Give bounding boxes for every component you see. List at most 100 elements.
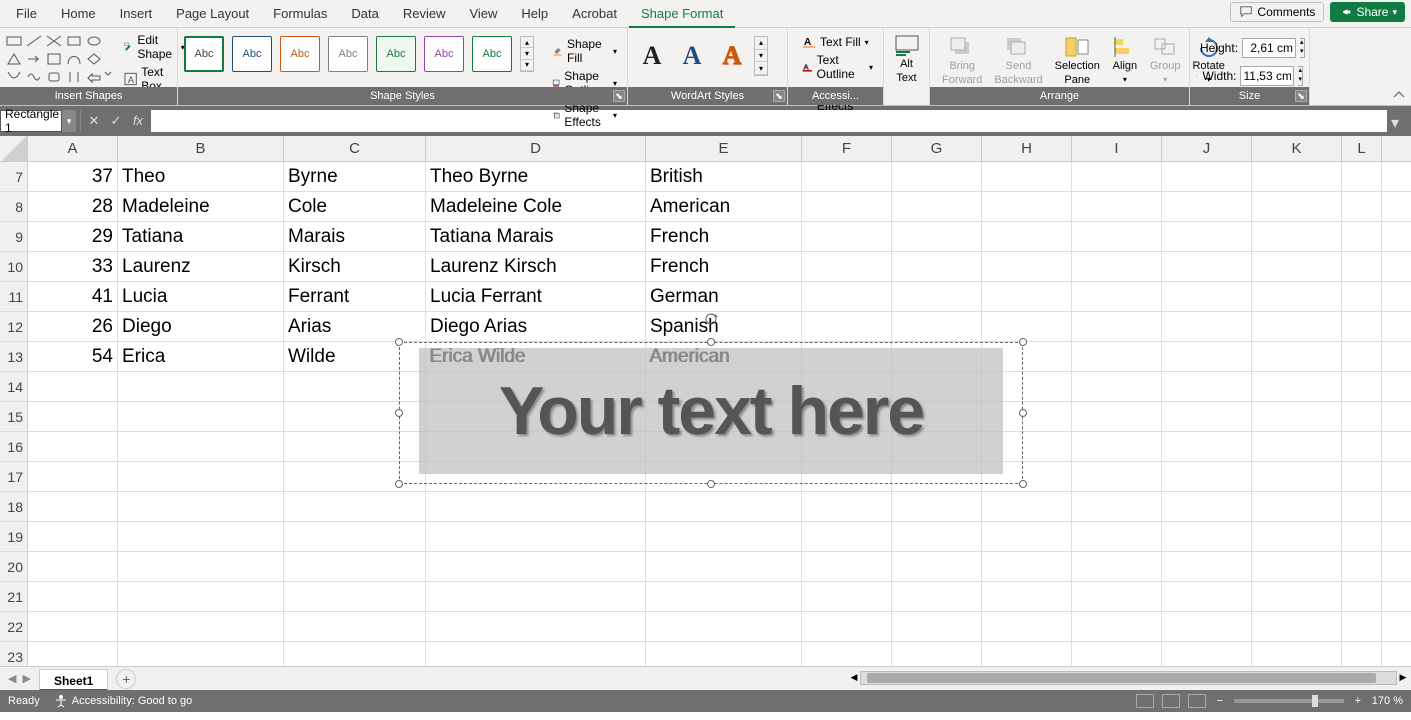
row-header-11[interactable]: 11 — [0, 282, 28, 311]
cell-H19[interactable] — [982, 522, 1072, 551]
cell-E11[interactable]: German — [646, 282, 802, 311]
cell-A9[interactable]: 29 — [28, 222, 118, 251]
cell-J17[interactable] — [1162, 462, 1252, 491]
cell-K8[interactable] — [1252, 192, 1342, 221]
wordart-shape[interactable]: Erica Wilde American Your text here — [399, 342, 1023, 484]
row-header-23[interactable]: 23 — [0, 642, 28, 666]
cell-F21[interactable] — [802, 582, 892, 611]
cell-B14[interactable] — [118, 372, 284, 401]
view-normal-button[interactable] — [1136, 694, 1154, 708]
cell-E23[interactable] — [646, 642, 802, 666]
cell-A18[interactable] — [28, 492, 118, 521]
cell-G8[interactable] — [892, 192, 982, 221]
cell-J20[interactable] — [1162, 552, 1252, 581]
handle-sw[interactable] — [395, 480, 403, 488]
cell-C18[interactable] — [284, 492, 426, 521]
col-header-G[interactable]: G — [892, 136, 982, 161]
zoom-out-button[interactable]: − — [1214, 695, 1226, 707]
cell-C12[interactable]: Arias — [284, 312, 426, 341]
row-header-7[interactable]: 7 — [0, 162, 28, 191]
cell-A14[interactable] — [28, 372, 118, 401]
cell-J23[interactable] — [1162, 642, 1252, 666]
height-input[interactable] — [1242, 38, 1296, 58]
hscroll-left[interactable]: ◀ — [847, 672, 861, 684]
text-outline-button[interactable]: A Text Outline▾ — [798, 52, 877, 82]
cell-H9[interactable] — [982, 222, 1072, 251]
cell-L15[interactable] — [1342, 402, 1382, 431]
col-header-I[interactable]: I — [1072, 136, 1162, 161]
cell-I12[interactable] — [1072, 312, 1162, 341]
cell-I11[interactable] — [1072, 282, 1162, 311]
cell-E8[interactable]: American — [646, 192, 802, 221]
cell-L21[interactable] — [1342, 582, 1382, 611]
cell-K21[interactable] — [1252, 582, 1342, 611]
cell-F23[interactable] — [802, 642, 892, 666]
cell-I17[interactable] — [1072, 462, 1162, 491]
cell-E20[interactable] — [646, 552, 802, 581]
shape-style-4[interactable]: Abc — [328, 36, 368, 72]
cell-C21[interactable] — [284, 582, 426, 611]
cell-A12[interactable]: 26 — [28, 312, 118, 341]
cell-I20[interactable] — [1072, 552, 1162, 581]
cell-B20[interactable] — [118, 552, 284, 581]
column-headers[interactable]: A B C D E F G H I J K L — [0, 136, 1411, 162]
cell-G23[interactable] — [892, 642, 982, 666]
tab-insert[interactable]: Insert — [108, 0, 165, 28]
cell-A15[interactable] — [28, 402, 118, 431]
cell-F11[interactable] — [802, 282, 892, 311]
cell-B8[interactable]: Madeleine — [118, 192, 284, 221]
rotate-handle[interactable] — [704, 312, 718, 326]
cell-K23[interactable] — [1252, 642, 1342, 666]
height-spinner[interactable]: ▴▾ — [1300, 38, 1305, 58]
cell-L16[interactable] — [1342, 432, 1382, 461]
add-sheet-button[interactable]: + — [116, 669, 136, 689]
col-header-F[interactable]: F — [802, 136, 892, 161]
cell-L19[interactable] — [1342, 522, 1382, 551]
row-header-9[interactable]: 9 — [0, 222, 28, 251]
cell-L14[interactable] — [1342, 372, 1382, 401]
cell-H20[interactable] — [982, 552, 1072, 581]
row-header-20[interactable]: 20 — [0, 552, 28, 581]
cell-B11[interactable]: Lucia — [118, 282, 284, 311]
cell-L7[interactable] — [1342, 162, 1382, 191]
cell-A11[interactable]: 41 — [28, 282, 118, 311]
wordart-gallery[interactable]: A A A ▴▾▾ — [634, 36, 768, 76]
cell-K16[interactable] — [1252, 432, 1342, 461]
cell-A17[interactable] — [28, 462, 118, 491]
col-header-D[interactable]: D — [426, 136, 646, 161]
cell-B10[interactable]: Laurenz — [118, 252, 284, 281]
cell-A20[interactable] — [28, 552, 118, 581]
cell-L13[interactable] — [1342, 342, 1382, 371]
hscroll-thumb[interactable] — [867, 673, 1376, 683]
cell-F12[interactable] — [802, 312, 892, 341]
cell-G21[interactable] — [892, 582, 982, 611]
bring-forward-button[interactable]: BringForward — [936, 32, 988, 90]
tab-home[interactable]: Home — [49, 0, 108, 28]
cell-F20[interactable] — [802, 552, 892, 581]
hscroll-right[interactable]: ▶ — [1396, 672, 1410, 684]
col-header-A[interactable]: A — [28, 136, 118, 161]
row-header-15[interactable]: 15 — [0, 402, 28, 431]
cell-E12[interactable]: Spanish — [646, 312, 802, 341]
cell-C23[interactable] — [284, 642, 426, 666]
cell-J10[interactable] — [1162, 252, 1252, 281]
cell-I21[interactable] — [1072, 582, 1162, 611]
cell-J12[interactable] — [1162, 312, 1252, 341]
cell-F9[interactable] — [802, 222, 892, 251]
cell-J14[interactable] — [1162, 372, 1252, 401]
col-header-L[interactable]: L — [1342, 136, 1382, 161]
cell-J11[interactable] — [1162, 282, 1252, 311]
cell-D8[interactable]: Madeleine Cole — [426, 192, 646, 221]
cell-A13[interactable]: 54 — [28, 342, 118, 371]
cell-K10[interactable] — [1252, 252, 1342, 281]
handle-w[interactable] — [395, 409, 403, 417]
cell-H21[interactable] — [982, 582, 1072, 611]
select-all-corner[interactable] — [0, 136, 28, 161]
cell-G20[interactable] — [892, 552, 982, 581]
row-header-14[interactable]: 14 — [0, 372, 28, 401]
cell-F19[interactable] — [802, 522, 892, 551]
row-header-16[interactable]: 16 — [0, 432, 28, 461]
cell-D7[interactable]: Theo Byrne — [426, 162, 646, 191]
cell-J9[interactable] — [1162, 222, 1252, 251]
alt-text-button[interactable]: Alt Text — [890, 30, 923, 88]
